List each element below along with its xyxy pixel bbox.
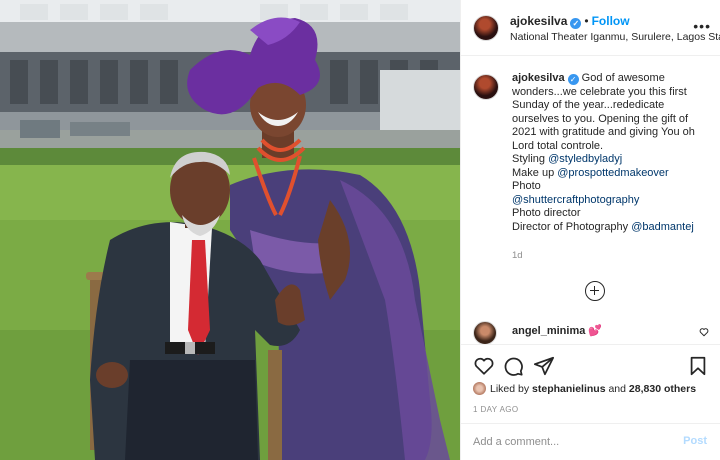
author-username-line: ajokesilva ✓ • Follow xyxy=(510,14,630,29)
comment-icon[interactable] xyxy=(502,355,524,377)
caption-username[interactable]: ajokesilva xyxy=(512,72,565,84)
dop-credit: Director of Photography @badmantej xyxy=(512,220,694,233)
comment-item: angel_minima 💕 xyxy=(461,318,720,345)
comment-text: 💕 xyxy=(588,325,603,337)
likes-prefix: Liked by xyxy=(490,383,530,395)
comment-input[interactable] xyxy=(473,433,673,451)
liker-username[interactable]: stephanielinus xyxy=(532,383,606,395)
dop-mention[interactable]: @badmantej xyxy=(631,221,694,233)
post-header: ajokesilva ✓ • Follow National Theater Igan… xyxy=(461,0,720,56)
verified-icon: ✓ xyxy=(567,74,579,85)
author-username[interactable]: ajokesilva xyxy=(510,14,567,28)
commenter-line: angel_minima 💕 xyxy=(512,324,602,337)
photo-credit-label: Photo xyxy=(512,180,541,192)
load-more-icon[interactable] xyxy=(585,281,605,301)
post-sidebar: ajokesilva ✓ • Follow National Theater Igan… xyxy=(460,0,720,460)
post-photo[interactable] xyxy=(0,0,460,460)
follow-button[interactable]: Follow xyxy=(592,14,630,28)
separator: • xyxy=(584,14,589,28)
makeup-mention[interactable]: @prospottedmakeover xyxy=(557,167,668,179)
author-avatar[interactable] xyxy=(473,15,499,41)
post-timestamp[interactable]: 1 DAY AGO xyxy=(473,405,519,414)
styling-credit: Styling @styledbyladyj xyxy=(512,153,623,165)
post-comment-button[interactable]: Post xyxy=(683,435,707,447)
caption-age: 1d xyxy=(512,250,523,261)
post-actions: Liked by stephanielinus and 28,830 other… xyxy=(461,344,720,432)
more-icon[interactable]: ••• xyxy=(693,18,711,34)
styling-mention[interactable]: @styledbyladyj xyxy=(548,153,622,165)
commenter-username[interactable]: angel_minima xyxy=(512,325,585,337)
heart-icon[interactable] xyxy=(699,327,709,337)
caption-avatar[interactable] xyxy=(473,74,499,100)
share-icon[interactable] xyxy=(533,355,555,377)
verified-icon: ✓ xyxy=(570,18,582,29)
liker-avatar xyxy=(473,382,486,395)
heart-icon[interactable] xyxy=(473,355,495,377)
caption-text: ajokesilva ✓ God of awesome wonders...we … xyxy=(512,72,710,234)
likes-count[interactable]: 28,830 others xyxy=(629,383,696,395)
save-icon[interactable] xyxy=(687,355,709,377)
likes-and: and xyxy=(608,383,626,395)
photo-director-label: Photo director xyxy=(512,207,581,219)
post-caption: ajokesilva ✓ God of awesome wonders...we … xyxy=(461,66,720,266)
makeup-credit: Make up @prospottedmakeover xyxy=(512,166,669,179)
post-image xyxy=(0,0,460,460)
likes-summary: Liked by stephanielinus and 28,830 other… xyxy=(473,382,696,395)
commenter-avatar[interactable] xyxy=(473,321,497,345)
add-comment-bar: Post xyxy=(461,423,720,460)
photo-mention[interactable]: @shuttercraftphotography xyxy=(512,194,710,208)
post-location[interactable]: National Theater Iganmu, Surulere, Lagos… xyxy=(510,31,720,43)
